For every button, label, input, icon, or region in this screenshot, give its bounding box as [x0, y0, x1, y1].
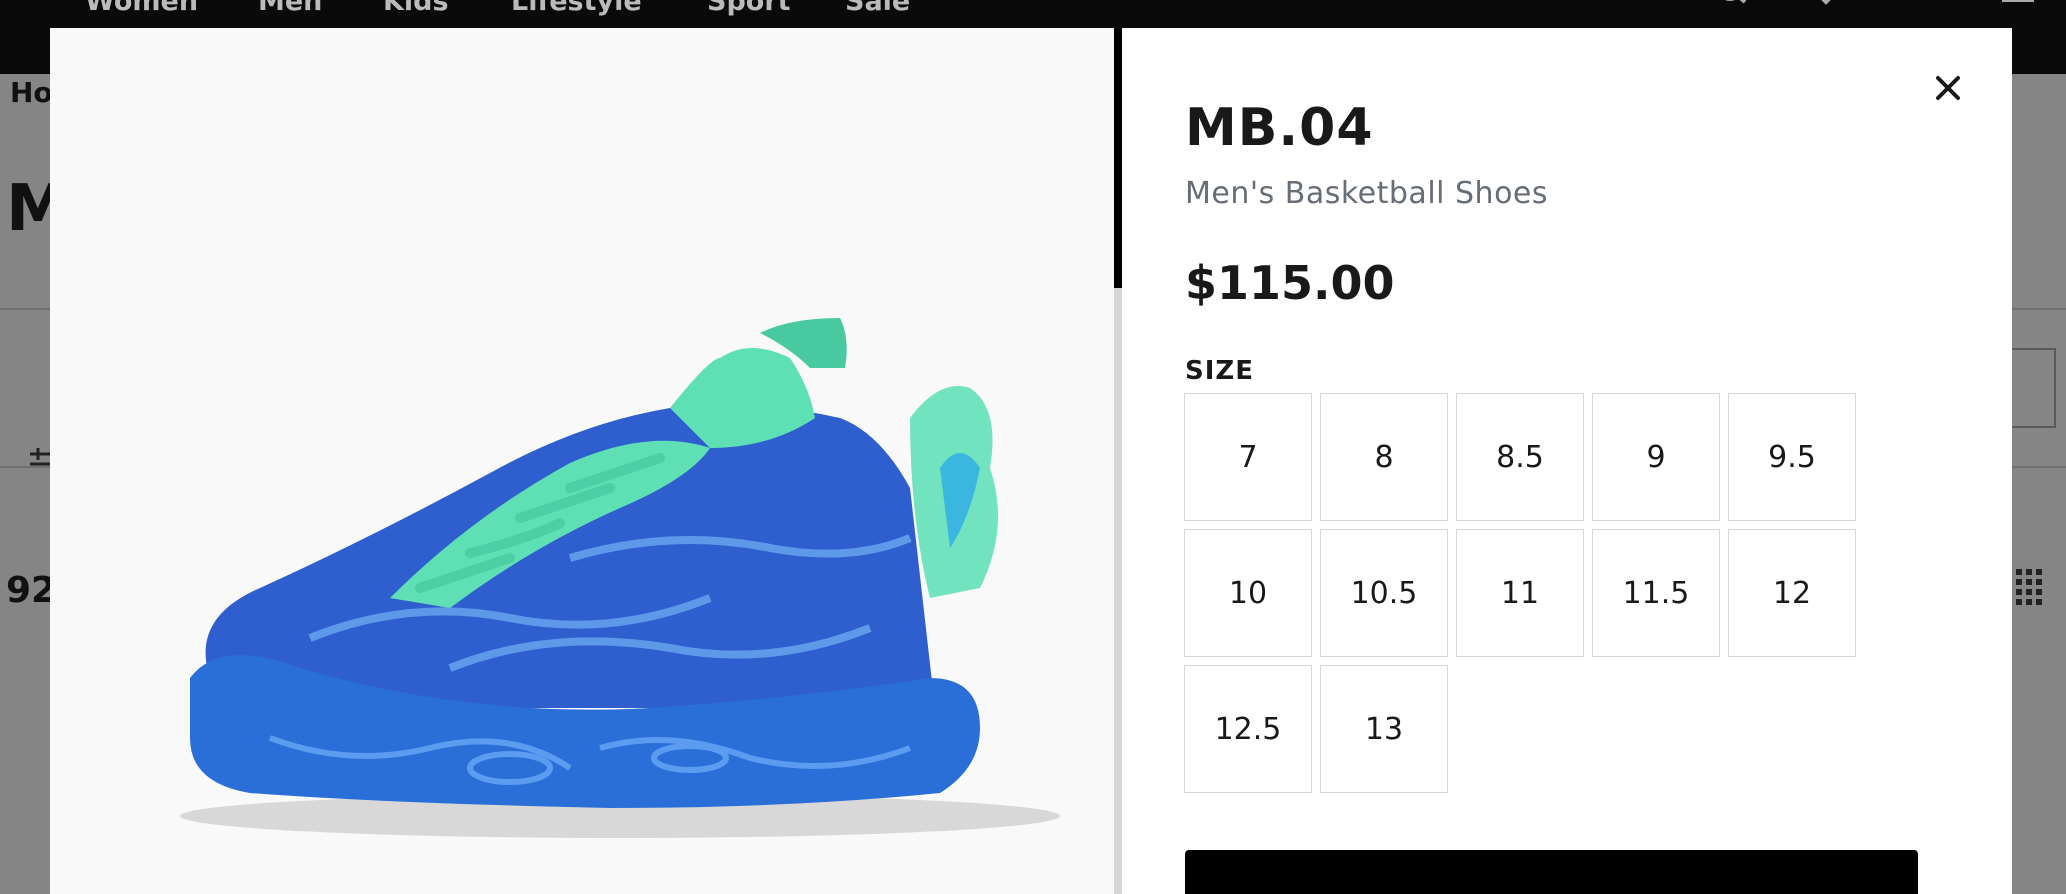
size-option[interactable]: 12 [1728, 529, 1856, 657]
size-option[interactable]: 11.5 [1592, 529, 1720, 657]
product-name: MB.04 [1185, 98, 1374, 158]
grid-view-icon[interactable] [2008, 565, 2042, 609]
filter-icon[interactable] [30, 446, 52, 472]
size-option[interactable]: 13 [1320, 665, 1448, 793]
size-option[interactable]: 10 [1184, 529, 1312, 657]
nav-link-lifestyle[interactable]: Lifestyle [511, 0, 642, 17]
nav-link-sport[interactable]: Sport [707, 0, 791, 17]
product-price: $115.00 [1185, 256, 1395, 310]
size-option[interactable]: 8.5 [1456, 393, 1584, 521]
size-option[interactable]: 8 [1320, 393, 1448, 521]
breadcrumb: Ho [10, 76, 53, 109]
nav-link-sale[interactable]: Sale [845, 0, 910, 17]
wishlist-icon[interactable] [1806, 0, 1846, 16]
size-option[interactable]: 11 [1456, 529, 1584, 657]
size-option[interactable]: 7 [1184, 393, 1312, 521]
nav-link-women[interactable]: Women [85, 0, 198, 17]
nav-link-men[interactable]: Men [258, 0, 322, 17]
close-icon[interactable] [1926, 66, 1970, 110]
account-icon[interactable] [1998, 0, 2038, 16]
size-label: SIZE [1185, 356, 1255, 386]
product-subtitle: Men's Basketball Shoes [1185, 176, 1549, 211]
search-icon[interactable] [1712, 0, 1752, 16]
product-image-pane [50, 28, 1114, 894]
cart-icon[interactable] [1904, 0, 1944, 16]
size-selector: 7 8 8.5 9 9.5 10 10.5 11 11.5 12 12.5 13 [1184, 393, 1884, 793]
image-scrollbar-thumb[interactable] [1114, 28, 1122, 288]
size-option[interactable]: 10.5 [1320, 529, 1448, 657]
size-option[interactable]: 9.5 [1728, 393, 1856, 521]
results-count: 92 [6, 570, 57, 611]
product-image [180, 318, 1060, 838]
add-to-cart-button[interactable] [1185, 850, 1918, 894]
quick-view-modal: MB.04 Men's Basketball Shoes $115.00 SIZ… [50, 28, 2012, 894]
size-option[interactable]: 12.5 [1184, 665, 1312, 793]
nav-link-kids[interactable]: Kids [383, 0, 449, 17]
size-option[interactable]: 9 [1592, 393, 1720, 521]
